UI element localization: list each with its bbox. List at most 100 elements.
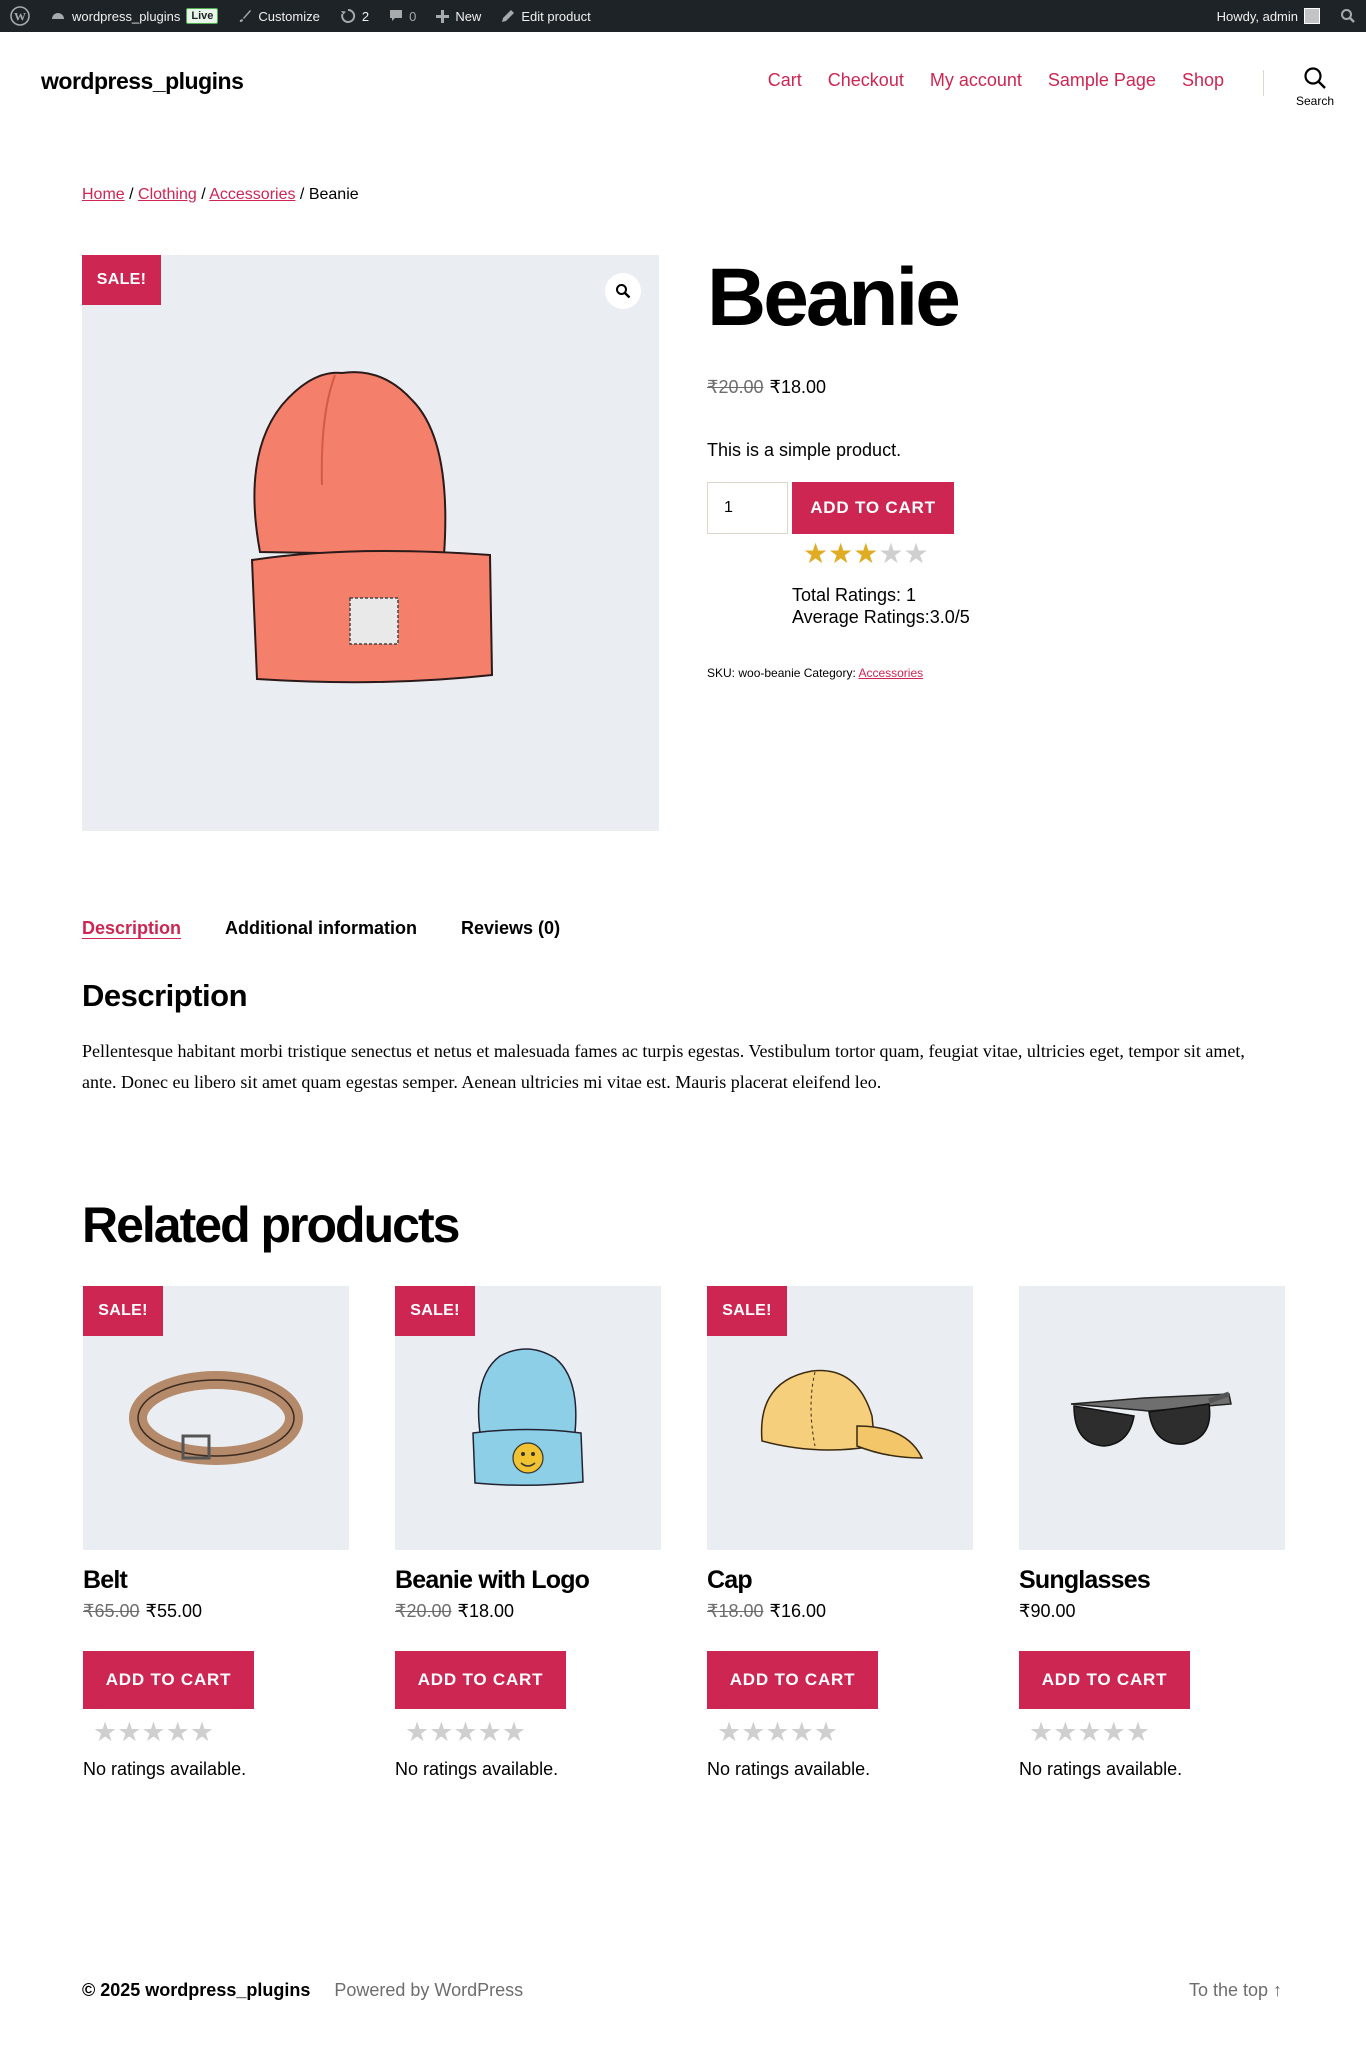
search-icon [1341, 9, 1355, 23]
tab-reviews[interactable]: Reviews (0) [461, 918, 560, 939]
nav-my-account[interactable]: My account [930, 70, 1022, 91]
no-ratings-text: No ratings available. [707, 1759, 871, 1779]
header-divider [1263, 70, 1264, 96]
product-price: ₹20.00 ₹18.00 [707, 377, 826, 398]
related-product-card: SALE! Beanie with Logo ₹20.00 ₹18.00 ADD … [395, 1286, 661, 1780]
add-to-cart-button[interactable]: ADD TO CART [83, 1651, 254, 1709]
admin-site-link[interactable]: wordpress_plugins Live [40, 0, 228, 32]
product-title[interactable]: Belt [83, 1566, 349, 1598]
comments-link[interactable]: 0 [379, 0, 426, 32]
pencil-icon [502, 10, 515, 22]
product-thumbnail[interactable]: SALE! [707, 1286, 973, 1550]
beanie-logo-image [472, 1348, 584, 1487]
product-rating-stars: ★★★★★ [803, 538, 929, 570]
sunglasses-image [1070, 1391, 1232, 1447]
tab-additional-information[interactable]: Additional information [225, 918, 417, 939]
price-new: ₹16.00 [769, 1601, 827, 1621]
star-icon: ★ [903, 538, 929, 569]
footer-credits: © 2025 wordpress_plugins Powered by Word… [82, 1980, 523, 2001]
total-ratings: Total Ratings: 1 [792, 585, 917, 605]
live-badge: Live [186, 8, 219, 24]
price-new: ₹18.00 [769, 377, 827, 397]
add-to-cart-button[interactable]: ADD TO CART [1019, 1651, 1190, 1709]
nav-shop[interactable]: Shop [1182, 70, 1224, 91]
description-text: Pellentesque habitant morbi tristique se… [82, 1041, 1245, 1092]
site-title[interactable]: wordpress_plugins [41, 68, 244, 95]
star-icon: ★ [853, 538, 879, 569]
no-ratings-text: No ratings available. [83, 1759, 247, 1779]
empty-stars-icon: ★★★★★ [93, 1717, 215, 1747]
admin-bar: W wordpress_plugins Live Customize 2 0 N… [0, 0, 1366, 32]
customize-link[interactable]: Customize [228, 0, 329, 32]
nav-sample-page[interactable]: Sample Page [1048, 70, 1156, 91]
price-new: ₹18.00 [457, 1601, 515, 1621]
price-new: ₹55.00 [145, 1601, 203, 1621]
nav-cart[interactable]: Cart [768, 70, 802, 91]
product-title[interactable]: Beanie with Logo [395, 1566, 661, 1598]
add-to-cart-button[interactable]: ADD TO CART [707, 1651, 878, 1709]
product-price: ₹20.00 ₹18.00 [395, 1601, 661, 1629]
edit-product-link[interactable]: Edit product [491, 0, 600, 32]
category-link[interactable]: Accessories [858, 666, 923, 680]
price-old: ₹20.00 [707, 377, 764, 397]
account-menu[interactable]: Howdy, admin [1207, 0, 1330, 32]
related-product-card: Sunglasses ₹90.00 ADD TO CART ★★★★★ No r… [1019, 1286, 1285, 1780]
belt-image [129, 1371, 303, 1465]
no-ratings-text: No ratings available. [395, 1759, 559, 1779]
star-icon: ★ [803, 538, 829, 569]
product-thumbnail[interactable]: SALE! [83, 1286, 349, 1550]
add-to-cart-button[interactable]: ADD TO CART [792, 482, 954, 534]
breadcrumb-clothing[interactable]: Clothing [138, 186, 197, 203]
footer-copyright[interactable]: © 2025 wordpress_plugins [82, 1980, 310, 2001]
average-ratings: Average Ratings:3.0/5 [792, 607, 970, 627]
product-thumbnail[interactable]: SALE! [395, 1286, 661, 1550]
price-old: ₹65.00 [83, 1601, 140, 1621]
to-the-top-link[interactable]: To the top ↑ [1189, 1980, 1282, 2001]
customize-label: Customize [258, 8, 320, 24]
sku-label: SKU: [707, 666, 736, 680]
product-meta: SKU: woo-beanie Category: Accessories [707, 666, 923, 680]
product-tabs: Description Additional information Revie… [82, 918, 560, 939]
no-ratings-text: No ratings available. [1019, 1759, 1183, 1779]
edit-product-label: Edit product [521, 8, 591, 24]
nav-checkout[interactable]: Checkout [828, 70, 904, 91]
product-thumbnail[interactable] [1019, 1286, 1285, 1550]
breadcrumb-accessories[interactable]: Accessories [209, 186, 295, 203]
related-product-card: SALE! Cap ₹18.00 ₹16.00 ADD TO CART ★★★★★… [707, 1286, 973, 1780]
new-label: New [455, 8, 482, 24]
price-old: ₹18.00 [707, 1601, 764, 1621]
breadcrumb-home[interactable]: Home [82, 186, 125, 203]
admin-site-name: wordpress_plugins [72, 8, 181, 24]
quantity-input[interactable] [707, 482, 788, 534]
updates-icon [340, 8, 355, 23]
breadcrumb-separator: / [201, 186, 206, 203]
primary-nav: Cart Checkout My account Sample Page Sho… [768, 70, 1224, 91]
product-title[interactable]: Sunglasses [1019, 1566, 1285, 1598]
short-description: This is a simple product. [707, 440, 902, 460]
add-to-cart-button[interactable]: ADD TO CART [395, 1651, 566, 1709]
search-icon [1304, 67, 1326, 89]
product-title[interactable]: Cap [707, 1566, 973, 1598]
brush-icon [240, 10, 252, 22]
search-toggle-label: Search [1295, 94, 1335, 108]
category-label: Category: [803, 666, 856, 680]
breadcrumb-separator: / [129, 186, 134, 203]
empty-stars-icon: ★★★★★ [1029, 1717, 1151, 1747]
svg-text:W: W [14, 10, 26, 24]
product-image-gallery[interactable]: SALE! [82, 255, 659, 831]
tab-description[interactable]: Description [82, 918, 181, 939]
star-icon: ★ [828, 538, 854, 569]
powered-by-link[interactable]: Powered by WordPress [334, 1980, 523, 2001]
admin-search-button[interactable] [1330, 0, 1366, 32]
comment-icon [390, 10, 403, 21]
product-title: Beanie [707, 252, 961, 343]
empty-stars-icon: ★★★★★ [405, 1717, 527, 1747]
updates-link[interactable]: 2 [330, 0, 379, 32]
search-toggle-button[interactable]: Search [1290, 66, 1340, 108]
breadcrumb: Home / Clothing / Accessories / Beanie [82, 186, 359, 204]
new-content-link[interactable]: New [426, 0, 491, 32]
empty-stars-icon: ★★★★★ [717, 1717, 839, 1747]
wordpress-logo-icon[interactable]: W [0, 0, 40, 32]
breadcrumb-separator: / [299, 186, 305, 203]
product-price: ₹65.00 ₹55.00 [83, 1601, 349, 1629]
